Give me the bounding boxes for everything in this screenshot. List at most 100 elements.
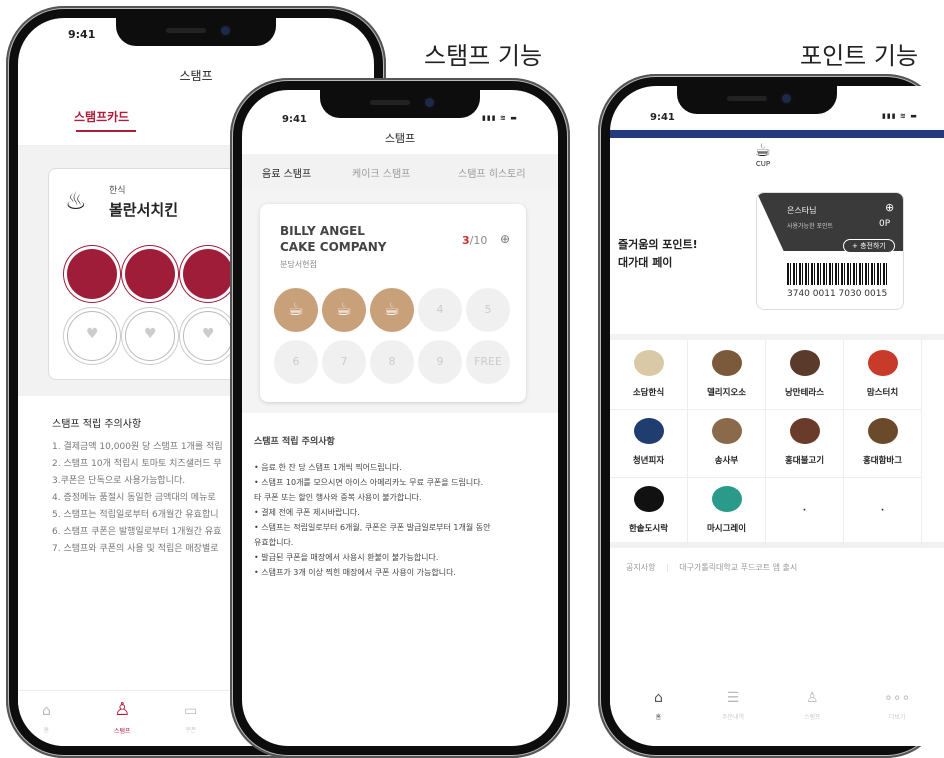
home-icon: ⌂ — [42, 703, 51, 719]
store-tile[interactable]: 한솥도시락 — [610, 476, 688, 546]
tab-stamp-history[interactable]: 스탬프 히스토리 — [458, 165, 526, 180]
bottom-nav: ⌂ 홈 ☰ 주문내역 ♙ 스탬프 ∘∘∘ 더보기 — [610, 682, 944, 746]
tab-cake-stamp[interactable]: 케이크 스탬프 — [352, 165, 410, 180]
pay-title: 즐거움의 포인트! 대가대 페이 — [618, 236, 698, 272]
store-label: 마시그레이 — [706, 524, 747, 534]
page-title: 스탬프 — [384, 132, 416, 145]
store-tile[interactable]: 낭만테라스 — [766, 340, 844, 410]
store-tile[interactable]: 홍대함바그 — [844, 408, 922, 478]
store-tile[interactable]: 소담한식 — [610, 340, 688, 410]
notes-title: 스탬프 적립 주의사항 — [254, 437, 335, 447]
store-label: · — [802, 506, 807, 516]
store-tile[interactable]: 홍대불고기 — [766, 408, 844, 478]
store-logo-icon — [634, 486, 664, 512]
stamp-tabs: 음료 스탬프 케이크 스탬프 스탬프 히스토리 — [242, 154, 558, 188]
points-value: 0P — [879, 219, 891, 229]
stamp-empty: ♥ — [183, 311, 233, 361]
store-logo-icon — [634, 418, 664, 444]
nav-home[interactable]: ⌂ 홈 — [654, 690, 663, 721]
store-grid: 소담한식 델리지오소 낭만테라스 맘스터치청년피자 송사부 홍대불고기 홍대함바그한솥도시락… — [610, 334, 944, 548]
store-tile: · — [766, 476, 844, 546]
brand-bar — [610, 130, 944, 138]
nav-orders[interactable]: ☰ 주문내역 — [722, 690, 744, 721]
stamp-feature-heading: 스탬프 기능 — [424, 42, 543, 70]
nav-stamp[interactable]: ♙ 스탬프 — [114, 699, 131, 735]
store-label: 홍대불고기 — [784, 456, 825, 466]
store-label: 한솥도시락 — [628, 524, 669, 534]
store-label: 소담한식 — [632, 388, 665, 398]
add-icon[interactable]: ⊕ — [885, 201, 894, 214]
store-tile[interactable]: 맘스터치 — [844, 340, 922, 410]
stamp-icon: ♙ — [806, 690, 819, 706]
stamp-slot: 9 — [418, 340, 462, 384]
receipt-icon: ☰ — [726, 690, 740, 706]
store-logo-icon — [868, 350, 898, 376]
heart-icon: ♥ — [202, 326, 215, 342]
stamp-empty: ♥ — [67, 311, 117, 361]
stamp-slot: 4 — [418, 288, 462, 332]
stamp-slot: FREE — [466, 340, 510, 384]
tab-stamp-card[interactable]: 스탬프카드 — [74, 108, 129, 125]
store-label: 홍대함바그 — [862, 456, 903, 466]
store-logo-icon — [634, 350, 664, 376]
point-card[interactable]: 은스타님 ⊕ 사용가능한 포인트 0P + 충전하기 3740 0011 703… — [756, 192, 904, 310]
note-line: • 음료 한 잔 당 스탬프 1개씩 찍어드립니다. — [254, 463, 402, 472]
status-time: 9:41 — [282, 114, 307, 125]
nav-home[interactable]: ⌂ 홈 — [42, 703, 51, 734]
store-label: 청년피자 — [632, 456, 665, 466]
notice[interactable]: 공지사항 | 대구가톨릭대학교 푸드코트 앱 출시 — [626, 562, 797, 573]
stamp-filled — [67, 249, 117, 299]
pay-line1: 즐거움의 포인트! — [618, 238, 698, 251]
store-branch: 분당서현점 — [280, 260, 317, 269]
info-icon[interactable]: ⊕ — [500, 232, 510, 246]
store-tile[interactable]: 마시그레이 — [688, 476, 766, 546]
store-name-line2: CAKE COMPANY — [280, 240, 387, 254]
store-label: 델리지오소 — [706, 388, 747, 398]
nav-stamp[interactable]: ♙ 스탬프 — [804, 690, 821, 721]
more-icon: ∘∘∘ — [884, 690, 911, 706]
store-tile: · — [844, 476, 922, 546]
store-logo-icon — [868, 418, 898, 444]
stamp-slot: 5 — [466, 288, 510, 332]
tab-drink-stamp[interactable]: 음료 스탬프 — [262, 165, 311, 180]
stamp-cup-icon: ☕ — [370, 288, 414, 332]
note-line: 타 쿠폰 또는 할인 행사와 중복 사용이 불가합니다. — [254, 493, 422, 502]
app-logo: ☕ CUP — [754, 140, 772, 169]
store-category: 한식 — [109, 186, 126, 196]
heart-icon: ♥ — [144, 326, 157, 342]
stamp-empty: ♥ — [125, 311, 175, 361]
pay-line2: 대가대 페이 — [618, 256, 673, 269]
store-label: 낭만테라스 — [784, 388, 825, 398]
nav-more[interactable]: ∘∘∘ 더보기 — [884, 690, 910, 721]
stamp-slot: 6 — [274, 340, 318, 384]
status-time: 9:41 — [68, 28, 96, 41]
stamp-cup-icon: ☕ — [274, 288, 318, 332]
note-line: • 스탬프 10개를 모으시면 아이스 아메리카노 무료 쿠폰을 드립니다. — [254, 478, 484, 487]
store-tile[interactable]: 청년피자 — [610, 408, 688, 478]
note-line: • 결제 전에 쿠폰 제시바랍니다. — [254, 508, 360, 517]
stamp-cup-icon: ☕ — [322, 288, 366, 332]
stamp-icon: ♙ — [114, 699, 131, 720]
note-line: • 발급된 쿠폰을 매장에서 사용시 환불이 불가능합니다. — [254, 553, 439, 562]
charge-button[interactable]: + 충전하기 — [843, 239, 895, 253]
store-logo-icon — [712, 486, 742, 512]
note-line: 유효합니다. — [254, 538, 294, 547]
note-line: • 스탬프는 적립일로부터 6개월, 쿠폰은 쿠폰 발급일로부터 1개월 동안 — [254, 523, 491, 532]
points-label: 사용가능한 포인트 — [787, 223, 834, 230]
notice-text: 대구가톨릭대학교 푸드코트 앱 출시 — [679, 563, 798, 572]
store-label: 송사부 — [714, 456, 739, 466]
store-tile[interactable]: 송사부 — [688, 408, 766, 478]
heart-icon: ♥ — [86, 326, 99, 342]
store-icon: ♨ — [65, 187, 87, 215]
user-name: 은스타님 — [787, 206, 817, 215]
store-label: 맘스터치 — [866, 388, 899, 398]
status-icons: ▮▮▮ ≋ ▬ — [482, 114, 518, 122]
phone-point: 9:41 ▮▮▮ ≋ ▬ ☕ CUP 즐거움의 포인트! 대가대 페이 은스타님 … — [598, 74, 944, 758]
store-label: · — [880, 506, 885, 516]
barcode-number: 3740 0011 7030 0015 — [787, 289, 888, 299]
note-line: • 스탬프가 3개 이상 찍힌 매장에서 쿠폰 사용이 가능합니다. — [254, 568, 456, 577]
stamp-card[interactable]: BILLY ANGEL CAKE COMPANY 분당서현점 3/10 ⊕ ☕ ☕… — [260, 204, 526, 402]
store-tile[interactable]: 델리지오소 — [688, 340, 766, 410]
store-name: 볼란서치킨 — [109, 201, 179, 219]
nav-coupon[interactable]: ▭ 쿠폰 — [184, 703, 197, 734]
